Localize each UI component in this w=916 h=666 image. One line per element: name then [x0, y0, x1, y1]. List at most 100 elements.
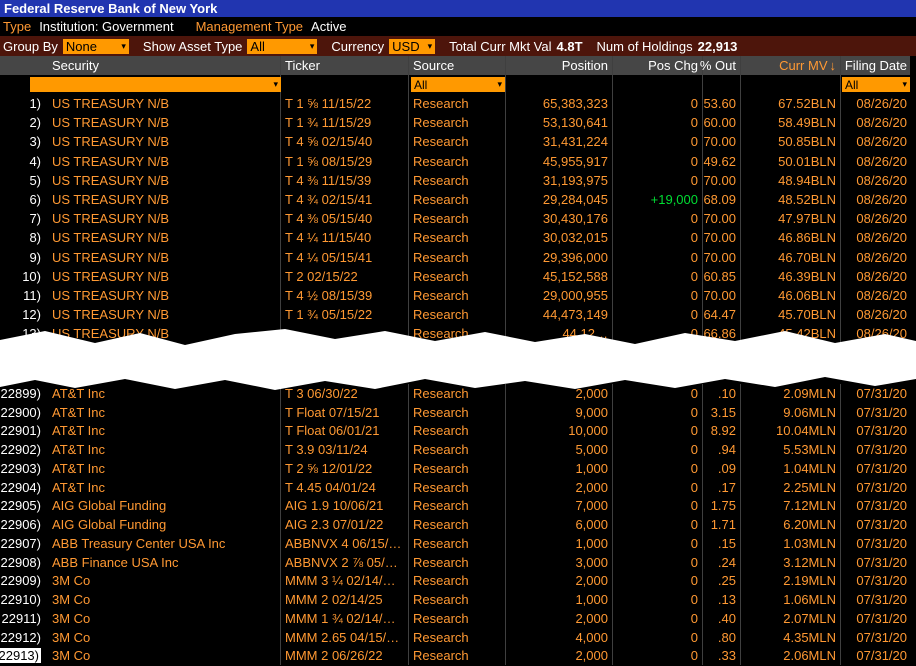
- cell-position: 31,193,975: [506, 171, 613, 190]
- table-row[interactable]: 22913)3M CoMMM 2 06/26/22Research2,0000.…: [0, 647, 910, 666]
- source-filter-dropdown[interactable]: All▾: [411, 77, 505, 92]
- cell-pos-chg: 0: [613, 209, 703, 228]
- cell-ticker: MMM 2.65 04/15/…: [281, 628, 409, 647]
- table-row[interactable]: 5)US TREASURY N/BT 4 ⅜ 11/15/39Research3…: [0, 171, 910, 190]
- cell-num: 22903): [0, 459, 46, 478]
- table-row[interactable]: 7)US TREASURY N/BT 4 ⅜ 05/15/40Research3…: [0, 209, 910, 228]
- cell-pct-out: 60.85: [703, 267, 741, 286]
- cell-position: 30,430,176: [506, 209, 613, 228]
- cell-position: 3,000: [506, 553, 613, 572]
- toolbar: Group By None▾ Show Asset Type All▾ Curr…: [0, 36, 916, 56]
- cell-security: US TREASURY N/B: [46, 113, 281, 132]
- cell-pos-chg: 0: [613, 286, 703, 305]
- filter-spacer: [741, 75, 841, 94]
- security-filter-input[interactable]: ▾: [30, 77, 281, 92]
- cell-ticker: T 4 ¾ 02/15/41: [281, 190, 409, 209]
- cell-position: 2,000: [506, 572, 613, 591]
- cell-num: 8): [0, 228, 46, 247]
- table-row[interactable]: 4)US TREASURY N/BT 1 ⅝ 08/15/29Research4…: [0, 152, 910, 171]
- cell-position: 45,955,917: [506, 152, 613, 171]
- cell-position: 29,284,045: [506, 190, 613, 209]
- cell-curr-mv: 2.19MLN: [741, 572, 841, 591]
- table-row[interactable]: 22905)AIG Global FundingAIG 1.9 10/06/21…: [0, 497, 910, 516]
- cell-security: US TREASURY N/B: [46, 248, 281, 267]
- cell-pos-chg: 0: [613, 515, 703, 534]
- column-header-filing-date[interactable]: Filing Date: [841, 56, 910, 75]
- cell-source: Research: [409, 94, 506, 113]
- table-row[interactable]: 22901)AT&T IncT Float 06/01/21Research10…: [0, 422, 910, 441]
- cell-filing-date: 07/31/20: [841, 497, 910, 516]
- total-mv-value: 4.8T: [557, 39, 583, 54]
- cell-pct-out: .80: [703, 628, 741, 647]
- table-row[interactable]: 1)US TREASURY N/BT 1 ⅝ 11/15/22Research6…: [0, 94, 910, 113]
- table-row[interactable]: 22909)3M CoMMM 3 ¼ 02/14/…Research2,0000…: [0, 572, 910, 591]
- cell-security: US TREASURY N/B: [46, 132, 281, 151]
- cell-pos-chg: 0: [613, 572, 703, 591]
- table-row[interactable]: 11)US TREASURY N/BT 4 ½ 08/15/39Research…: [0, 286, 910, 305]
- filter-spacer: [703, 75, 741, 94]
- column-header-pct-out[interactable]: % Out: [703, 56, 741, 75]
- cell-pct-out: 53.60: [703, 94, 741, 113]
- table-row[interactable]: 10)US TREASURY N/BT 2 02/15/22Research45…: [0, 267, 910, 286]
- cell-position: 1,000: [506, 459, 613, 478]
- cell-filing-date: 07/31/20: [841, 478, 910, 497]
- table-row[interactable]: 3)US TREASURY N/BT 4 ⅝ 02/15/40Research3…: [0, 132, 910, 151]
- table-row[interactable]: 22910)3M CoMMM 2 02/14/25Research1,0000.…: [0, 590, 910, 609]
- cell-source: Research: [409, 171, 506, 190]
- table-row[interactable]: 22904)AT&T IncT 4.45 04/01/24Research2,0…: [0, 478, 910, 497]
- cell-source: Research: [409, 248, 506, 267]
- management-type-label: Management Type: [196, 19, 303, 34]
- cell-source: Research: [409, 478, 506, 497]
- cell-pct-out: 70.00: [703, 286, 741, 305]
- cell-security: AT&T Inc: [46, 478, 281, 497]
- cell-ticker: T 1 ⅝ 11/15/22: [281, 94, 409, 113]
- table-row[interactable]: 22900)AT&T IncT Float 07/15/21Research9,…: [0, 403, 910, 422]
- table-row[interactable]: 9)US TREASURY N/BT 4 ¼ 05/15/41Research2…: [0, 248, 910, 267]
- cell-pos-chg: 0: [613, 609, 703, 628]
- cell-ticker: AIG 1.9 10/06/21: [281, 497, 409, 516]
- cell-pct-out: 70.00: [703, 132, 741, 151]
- cell-num: 22913): [0, 647, 46, 666]
- table-row[interactable]: 22908)ABB Finance USA IncABBNVX 2 ⅞ 05/……: [0, 553, 910, 572]
- column-header-source[interactable]: Source: [409, 56, 506, 75]
- filing-date-filter-dropdown[interactable]: All▾: [842, 77, 910, 92]
- cell-pct-out: 3.15: [703, 403, 741, 422]
- table-row[interactable]: 22902)AT&T IncT 3.9 03/11/24Research5,00…: [0, 440, 910, 459]
- cell-num: 6): [0, 190, 46, 209]
- cell-security: ABB Treasury Center USA Inc: [46, 534, 281, 553]
- column-header-curr-mv[interactable]: Curr MV↓: [741, 56, 841, 75]
- cell-position: 4,000: [506, 628, 613, 647]
- table-row[interactable]: 22903)AT&T IncT 2 ⅝ 12/01/22Research1,00…: [0, 459, 910, 478]
- cell-filing-date: 07/31/20: [841, 515, 910, 534]
- column-header-ticker[interactable]: Ticker: [281, 56, 409, 75]
- column-header-position[interactable]: Position: [506, 56, 613, 75]
- table-row[interactable]: 22911)3M CoMMM 1 ¾ 02/14/…Research2,0000…: [0, 609, 910, 628]
- asset-type-dropdown[interactable]: All▾: [247, 39, 317, 54]
- cell-pos-chg: 0: [613, 590, 703, 609]
- cell-curr-mv: 46.86BLN: [741, 228, 841, 247]
- table-row[interactable]: 8)US TREASURY N/BT 4 ¼ 11/15/40Research3…: [0, 228, 910, 247]
- currency-dropdown[interactable]: USD▾: [389, 39, 435, 54]
- cell-position: 65,383,323: [506, 94, 613, 113]
- column-header-security[interactable]: Security: [46, 56, 281, 75]
- cell-security: 3M Co: [46, 609, 281, 628]
- table-row[interactable]: 22907)ABB Treasury Center USA IncABBNVX …: [0, 534, 910, 553]
- cell-filing-date: 08/26/20: [841, 171, 910, 190]
- cell-ticker: T 4 ⅜ 11/15/39: [281, 171, 409, 190]
- table-row[interactable]: 22906)AIG Global FundingAIG 2.3 07/01/22…: [0, 515, 910, 534]
- group-by-dropdown[interactable]: None▾: [63, 39, 129, 54]
- column-header-pos-chg[interactable]: Pos Chg: [613, 56, 703, 75]
- cell-pos-chg: 0: [613, 228, 703, 247]
- cell-ticker: T 2 ⅝ 12/01/22: [281, 459, 409, 478]
- table-row[interactable]: 6)US TREASURY N/BT 4 ¾ 02/15/41Research2…: [0, 190, 910, 209]
- cell-position: 1,000: [506, 590, 613, 609]
- table-row[interactable]: 2)US TREASURY N/BT 1 ¾ 11/15/29Research5…: [0, 113, 910, 132]
- cell-ticker: MMM 2 06/26/22: [281, 647, 409, 666]
- table-row[interactable]: 22912)3M CoMMM 2.65 04/15/…Research4,000…: [0, 628, 910, 647]
- cell-pct-out: .25: [703, 572, 741, 591]
- cell-source: Research: [409, 228, 506, 247]
- cell-curr-mv: 1.03MLN: [741, 534, 841, 553]
- cell-filing-date: 07/31/20: [841, 459, 910, 478]
- cell-filing-date: 07/31/20: [841, 440, 910, 459]
- cell-position: 30,032,015: [506, 228, 613, 247]
